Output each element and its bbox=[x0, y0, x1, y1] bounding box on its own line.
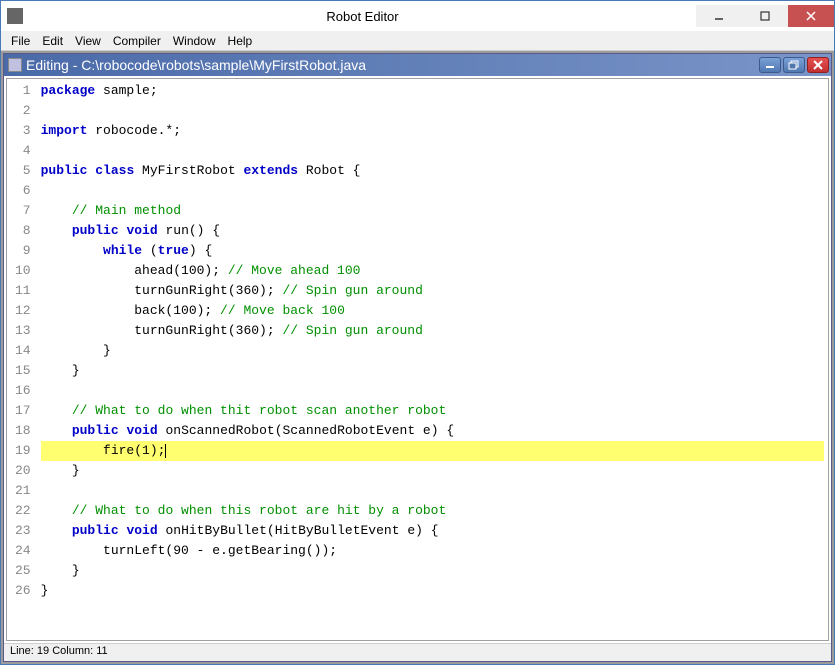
line-number-gutter: 1234567891011121314151617181920212223242… bbox=[7, 79, 37, 640]
code-line[interactable]: // Main method bbox=[41, 201, 824, 221]
editor-window: Editing - C:\robocode\robots\sample\MyFi… bbox=[3, 53, 832, 662]
line-number: 16 bbox=[15, 381, 31, 401]
menu-help[interactable]: Help bbox=[222, 32, 259, 50]
editor-titlebar[interactable]: Editing - C:\robocode\robots\sample\MyFi… bbox=[4, 54, 831, 76]
line-number: 14 bbox=[15, 341, 31, 361]
code-line[interactable]: } bbox=[41, 461, 824, 481]
code-line[interactable]: while (true) { bbox=[41, 241, 824, 261]
menu-compiler[interactable]: Compiler bbox=[107, 32, 167, 50]
menu-window[interactable]: Window bbox=[167, 32, 222, 50]
code-line[interactable]: turnGunRight(360); // Spin gun around bbox=[41, 281, 824, 301]
app-icon bbox=[7, 8, 23, 24]
line-number: 8 bbox=[15, 221, 31, 241]
code-line[interactable]: fire(1); bbox=[41, 441, 824, 461]
code-line[interactable]: public void run() { bbox=[41, 221, 824, 241]
close-button[interactable] bbox=[788, 5, 834, 27]
code-line[interactable]: turnLeft(90 - e.getBearing()); bbox=[41, 541, 824, 561]
editor-window-controls bbox=[759, 57, 829, 73]
line-number: 20 bbox=[15, 461, 31, 481]
line-number: 12 bbox=[15, 301, 31, 321]
line-number: 9 bbox=[15, 241, 31, 261]
line-number: 26 bbox=[15, 581, 31, 601]
line-number: 23 bbox=[15, 521, 31, 541]
line-number: 21 bbox=[15, 481, 31, 501]
line-number: 3 bbox=[15, 121, 31, 141]
code-line[interactable] bbox=[41, 141, 824, 161]
code-line[interactable] bbox=[41, 181, 824, 201]
editor-scroll[interactable]: 1234567891011121314151617181920212223242… bbox=[6, 78, 829, 641]
line-number: 6 bbox=[15, 181, 31, 201]
code-area[interactable]: package sample; import robocode.*; public … bbox=[37, 79, 828, 640]
code-line[interactable]: } bbox=[41, 361, 824, 381]
code-line[interactable]: ahead(100); // Move ahead 100 bbox=[41, 261, 824, 281]
window-controls bbox=[696, 5, 834, 27]
maximize-icon bbox=[759, 10, 771, 22]
code-line[interactable]: public void onHitByBullet(HitByBulletEve… bbox=[41, 521, 824, 541]
code-line[interactable] bbox=[41, 381, 824, 401]
code-line[interactable] bbox=[41, 101, 824, 121]
code-line[interactable]: public class MyFirstRobot extends Robot … bbox=[41, 161, 824, 181]
line-number: 10 bbox=[15, 261, 31, 281]
line-number: 5 bbox=[15, 161, 31, 181]
menu-edit[interactable]: Edit bbox=[36, 32, 69, 50]
app-window: Robot Editor File Edit View Compiler Win… bbox=[0, 0, 835, 665]
close-icon bbox=[813, 60, 823, 70]
menu-view[interactable]: View bbox=[69, 32, 107, 50]
line-number: 13 bbox=[15, 321, 31, 341]
close-icon bbox=[805, 10, 817, 22]
minimize-button[interactable] bbox=[696, 5, 742, 27]
text-cursor bbox=[165, 444, 166, 458]
line-number: 4 bbox=[15, 141, 31, 161]
line-number: 22 bbox=[15, 501, 31, 521]
menu-file[interactable]: File bbox=[5, 32, 36, 50]
window-title: Robot Editor bbox=[29, 9, 696, 24]
editor-minimize-button[interactable] bbox=[759, 57, 781, 73]
menubar: File Edit View Compiler Window Help bbox=[1, 31, 834, 51]
code-line[interactable]: package sample; bbox=[41, 81, 824, 101]
code-line[interactable]: // What to do when this robot are hit by… bbox=[41, 501, 824, 521]
minimize-icon bbox=[713, 10, 725, 22]
code-line[interactable]: } bbox=[41, 581, 824, 601]
line-number: 15 bbox=[15, 361, 31, 381]
titlebar[interactable]: Robot Editor bbox=[1, 1, 834, 31]
line-number: 17 bbox=[15, 401, 31, 421]
editor-close-button[interactable] bbox=[807, 57, 829, 73]
code-line[interactable] bbox=[41, 481, 824, 501]
line-number: 18 bbox=[15, 421, 31, 441]
document-icon bbox=[8, 58, 22, 72]
line-number: 11 bbox=[15, 281, 31, 301]
code-line[interactable]: back(100); // Move back 100 bbox=[41, 301, 824, 321]
line-number: 24 bbox=[15, 541, 31, 561]
status-bar: Line: 19 Column: 11 bbox=[4, 643, 831, 661]
line-number: 2 bbox=[15, 101, 31, 121]
line-number: 7 bbox=[15, 201, 31, 221]
editor-title: Editing - C:\robocode\robots\sample\MyFi… bbox=[26, 57, 759, 73]
code-line[interactable]: } bbox=[41, 341, 824, 361]
code-line[interactable]: import robocode.*; bbox=[41, 121, 824, 141]
code-line[interactable]: } bbox=[41, 561, 824, 581]
minimize-icon bbox=[765, 61, 775, 69]
code-line[interactable]: public void onScannedRobot(ScannedRobotE… bbox=[41, 421, 824, 441]
line-number: 25 bbox=[15, 561, 31, 581]
line-number: 1 bbox=[15, 81, 31, 101]
code-line[interactable]: turnGunRight(360); // Spin gun around bbox=[41, 321, 824, 341]
maximize-button[interactable] bbox=[742, 5, 788, 27]
editor-restore-button[interactable] bbox=[783, 57, 805, 73]
restore-icon bbox=[788, 60, 800, 70]
line-number: 19 bbox=[15, 441, 31, 461]
mdi-area: Editing - C:\robocode\robots\sample\MyFi… bbox=[1, 51, 834, 664]
code-line[interactable]: // What to do when thit robot scan anoth… bbox=[41, 401, 824, 421]
editor-wrap: 1234567891011121314151617181920212223242… bbox=[4, 76, 831, 661]
